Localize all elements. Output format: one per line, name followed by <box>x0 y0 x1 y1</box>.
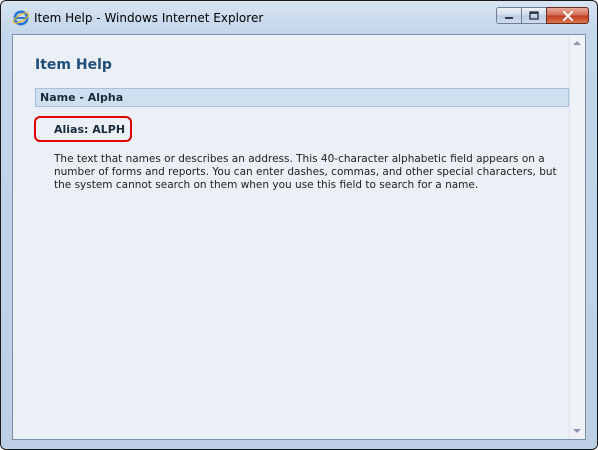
maximize-button[interactable] <box>521 7 546 24</box>
minimize-icon <box>505 16 513 19</box>
minimize-button[interactable] <box>496 7 521 24</box>
help-page: Item Help Name - Alpha Alias: ALPH The t… <box>13 35 569 439</box>
section-title: Name - Alpha <box>40 91 124 104</box>
close-button[interactable] <box>546 7 589 24</box>
field-description: The text that names or describes an addr… <box>54 153 557 191</box>
vertical-scrollbar[interactable] <box>569 35 585 439</box>
browser-window: Item Help - Windows Internet Explorer It… <box>0 0 598 450</box>
section-header-bar: Name - Alpha <box>35 88 569 107</box>
content-frame: Item Help Name - Alpha Alias: ALPH The t… <box>12 34 586 440</box>
scroll-up-icon[interactable] <box>573 41 581 45</box>
alias-label: Alias: ALPH <box>54 123 126 136</box>
maximize-icon <box>529 11 539 20</box>
page-title: Item Help <box>35 57 112 73</box>
scroll-down-icon[interactable] <box>573 429 581 433</box>
caption-buttons <box>496 7 589 25</box>
title-bar[interactable]: Item Help - Windows Internet Explorer <box>1 1 597 35</box>
internet-explorer-icon <box>12 10 30 26</box>
close-icon <box>562 10 573 21</box>
window-title: Item Help - Windows Internet Explorer <box>34 11 264 25</box>
